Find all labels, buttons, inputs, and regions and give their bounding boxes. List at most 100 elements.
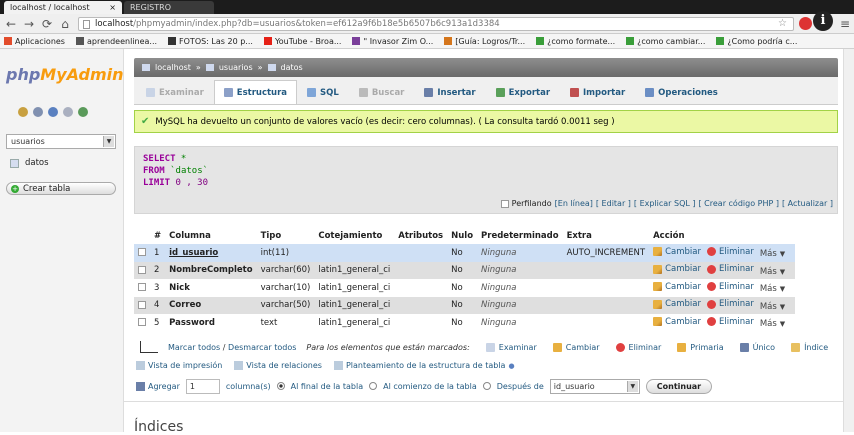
row-checkbox[interactable] [138,283,146,292]
extension-icon[interactable] [799,17,812,30]
close-tab-icon[interactable]: × [109,3,116,12]
change-button[interactable]: Cambiar [653,247,701,257]
table-row[interactable]: 4 Correo varchar(50) latin1_general_ci No Nin… [134,296,796,314]
bookmark-star-icon[interactable]: ☆ [778,18,787,30]
at-end-radio[interactable] [276,382,285,390]
bookmark-item[interactable]: ¿Como podría c... [716,37,797,46]
more-button[interactable]: Más ▼ [760,284,785,294]
inline-link[interactable]: [En línea] [555,199,593,208]
after-column-select[interactable]: id_usuario ▼ [549,378,640,394]
propose-structure-link[interactable]: Planteamiento de la estructura de tabla ● [333,361,515,370]
more-button[interactable]: Más ▼ [760,302,785,312]
menu-icon[interactable]: ≡ [838,17,852,31]
sidebar-item-datos[interactable]: datos [10,158,49,168]
bookmark-item[interactable]: aprendeenlinea... [75,37,157,46]
tab-estructura[interactable]: Estructura [213,80,298,104]
more-button[interactable]: Más ▼ [760,267,785,277]
bookmark-item[interactable]: ¿como cambiar... [626,37,705,46]
continue-button[interactable]: Continuar [645,378,713,394]
row-checkbox[interactable] [138,318,146,327]
bookmark-apps[interactable]: Aplicaciones [4,37,65,46]
forward-arrow-icon[interactable]: → [22,17,36,31]
tab-sql[interactable]: SQL [297,80,349,104]
phpmyadmin-logo[interactable]: phpMyAdmin [6,65,124,84]
change-button[interactable]: Cambiar [653,317,701,327]
bulk-browse-button[interactable]: Examinar [485,342,537,352]
bulk-primary-button[interactable]: Primaria [677,342,724,352]
info-icon[interactable]: i [813,11,833,31]
bulk-change-button[interactable]: Cambiar [552,342,600,352]
table-row[interactable]: 3 Nick varchar(10) latin1_general_ci No Ningu… [134,279,796,297]
tab-importar[interactable]: Importar [560,80,635,104]
change-button[interactable]: Cambiar [653,282,701,292]
tab-operaciones[interactable]: Operaciones [635,80,728,104]
tab-insertar[interactable]: Insertar [414,80,485,104]
uncheck-all-link[interactable]: Desmarcar todos [228,343,296,352]
refresh-link[interactable]: [ Actualizar ] [782,199,833,208]
create-table-button[interactable]: + Crear tabla [6,182,116,195]
scrollbar[interactable] [843,49,854,432]
breadcrumb-table[interactable]: datos [281,63,303,72]
column-name[interactable]: Nick [165,279,257,297]
create-php-code-link[interactable]: [ Crear código PHP ] [699,199,779,208]
logout-icon[interactable] [33,107,43,117]
tab-label: Buscar [371,87,405,98]
bookmark-item[interactable]: [Guía: Logros/Tr... [444,37,525,46]
back-arrow-icon[interactable]: ← [4,17,18,31]
more-button[interactable]: Más ▼ [760,319,785,329]
bulk-index-button[interactable]: Índice [791,342,828,352]
delete-button[interactable]: Eliminar [706,282,754,292]
logo-myadmin: MyAdmin [40,65,124,84]
delete-button[interactable]: Eliminar [706,264,754,274]
after-radio[interactable] [482,382,491,390]
table-row[interactable]: 2 NombreCompleto varchar(60) latin1_general… [134,261,796,279]
url-field[interactable]: localhost/phpmyadmin/index.php?db=usuari… [78,17,794,31]
bookmark-item[interactable]: ¿como formate... [536,37,615,46]
edit-link[interactable]: [ Editar ] [596,199,631,208]
print-view-link[interactable]: Vista de impresión [136,361,222,370]
change-button[interactable]: Cambiar [653,264,701,274]
delete-button[interactable]: Eliminar [706,317,754,327]
column-name[interactable]: id_usuario [165,244,257,262]
at-start-radio[interactable] [369,382,378,390]
add-columns-count-input[interactable]: 1 [185,378,220,394]
profiling-checkbox[interactable] [500,199,509,208]
pencil-icon [653,264,663,274]
table-row[interactable]: 1 id_usuario int(11) No Ninguna AUTO_INCREMEN… [134,244,796,262]
reload-icon[interactable]: ⟳ [40,17,54,31]
change-button[interactable]: Cambiar [653,299,701,309]
breadcrumb-server[interactable]: localhost [155,63,191,72]
browser-tab-phpmyadmin[interactable]: localhost / localhost × [4,1,122,14]
home-icon[interactable] [18,107,28,117]
more-button[interactable]: Más ▼ [760,249,785,259]
home-icon[interactable]: ⌂ [58,17,72,31]
database-select[interactable]: usuarios ▼ [6,134,116,149]
column-name[interactable]: Password [165,314,257,332]
column-name[interactable]: NombreCompleto [165,261,257,279]
column-name[interactable]: Correo [165,296,257,314]
breadcrumb-database[interactable]: usuarios [219,63,253,72]
explain-sql-link[interactable]: [ Explicar SQL ] [634,199,696,208]
row-checkbox[interactable] [138,248,146,257]
bulk-delete-button[interactable]: Eliminar [615,342,661,352]
tab-examinar[interactable]: Examinar [136,80,214,104]
tab-exportar[interactable]: Exportar [486,80,560,104]
help-icon[interactable]: ● [508,362,514,370]
delete-button[interactable]: Eliminar [706,247,754,257]
delete-button[interactable]: Eliminar [706,299,754,309]
relation-view-link[interactable]: Vista de relaciones [234,361,322,370]
browser-tab-registro[interactable]: REGISTRO [124,1,214,14]
row-checkbox[interactable] [138,265,146,274]
settings-icon[interactable] [78,107,88,117]
tab-buscar[interactable]: Buscar [349,80,415,104]
help-icon[interactable] [48,107,58,117]
col-header[interactable]: Columna [165,228,257,244]
table-row[interactable]: 5 Password text latin1_general_ci No Ninguna C… [134,314,796,332]
check-all-link[interactable]: Marcar todos [168,343,220,352]
bookmark-item[interactable]: FOTOS: Las 20 p... [168,37,253,46]
bookmark-item[interactable]: YouTube - Broa... [263,37,341,46]
docs-icon[interactable] [63,107,73,117]
bulk-unique-button[interactable]: Único [739,342,775,352]
row-checkbox[interactable] [138,300,146,309]
bookmark-item[interactable]: " Invasor Zim O... [352,37,433,46]
